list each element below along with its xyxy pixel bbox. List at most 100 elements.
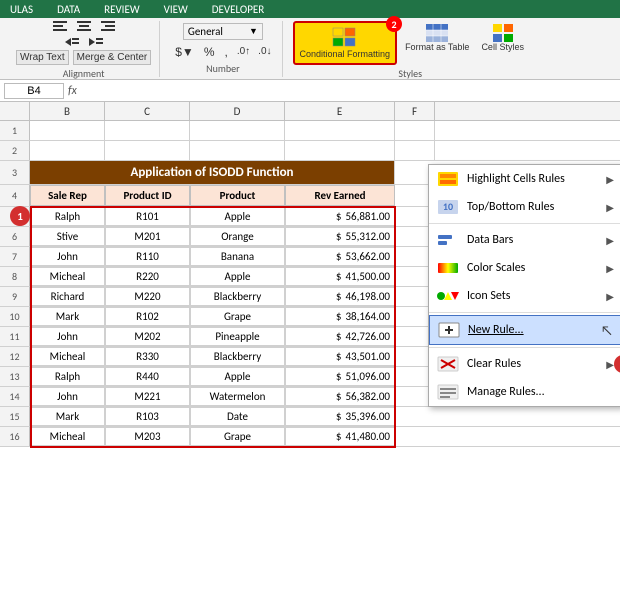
row-num-header	[0, 102, 30, 120]
merge-center-button[interactable]: Merge & Center	[73, 50, 152, 65]
cell-row16-1[interactable]: M203	[105, 427, 190, 446]
align-center-button[interactable]	[73, 18, 95, 34]
cell-row16-2[interactable]: Grape	[190, 427, 285, 446]
cell-b1[interactable]	[30, 121, 105, 140]
cell-row7-2[interactable]: Banana	[190, 247, 285, 266]
cell-row13-3[interactable]: $51,096.00	[285, 367, 395, 386]
cell-row5-2[interactable]: Apple	[190, 207, 285, 226]
conditional-formatting-button[interactable]: Conditional Formatting	[293, 21, 398, 65]
cell-c2[interactable]	[105, 141, 190, 160]
format-table-button[interactable]: Format as Table	[401, 21, 473, 55]
header-revearned[interactable]: Rev Earned	[285, 185, 395, 206]
cell-b2[interactable]	[30, 141, 105, 160]
cell-row13-2[interactable]: Apple	[190, 367, 285, 386]
tab-review[interactable]: REVIEW	[100, 1, 144, 18]
cell-row5-3[interactable]: $56,881.00	[285, 207, 395, 226]
comma-button[interactable]: ,	[221, 44, 230, 60]
cell-row10-3[interactable]: $38,164.00	[285, 307, 395, 326]
cell-c1[interactable]	[105, 121, 190, 140]
cell-row9-1[interactable]: M220	[105, 287, 190, 306]
cell-row16-3[interactable]: $41,480.00	[285, 427, 395, 446]
cell-row8-1[interactable]: R220	[105, 267, 190, 286]
menu-item-managerules[interactable]: Manage Rules...	[429, 378, 620, 406]
cell-row7-1[interactable]: R110	[105, 247, 190, 266]
cell-row12-3[interactable]: $43,501.00	[285, 347, 395, 366]
menu-item-newrule[interactable]: New Rule... ↖	[429, 315, 620, 345]
colorscale-icon	[437, 259, 459, 277]
cell-d2[interactable]	[190, 141, 285, 160]
wrap-text-button[interactable]: Wrap Text	[16, 50, 69, 65]
cell-row11-1[interactable]: M202	[105, 327, 190, 346]
cell-row10-0[interactable]: Mark	[30, 307, 105, 326]
cell-row15-3[interactable]: $35,396.00	[285, 407, 395, 426]
cell-f1[interactable]	[395, 121, 435, 140]
header-productid[interactable]: Product ID	[105, 185, 190, 206]
cell-row11-2[interactable]: Pineapple	[190, 327, 285, 346]
tab-view[interactable]: VIEW	[160, 1, 192, 18]
cell-row11-3[interactable]: $42,726.00	[285, 327, 395, 346]
cell-e2[interactable]	[285, 141, 395, 160]
align-left-button[interactable]	[49, 18, 71, 34]
cell-row6-3[interactable]: $55,312.00	[285, 227, 395, 246]
cell-row10-1[interactable]: R102	[105, 307, 190, 326]
tab-developer[interactable]: DEVELOPER	[208, 1, 268, 18]
tab-data[interactable]: DATA	[53, 1, 84, 18]
menu-item-topbottom[interactable]: 10 Top/Bottom Rules ▶	[429, 193, 620, 221]
cell-row6-0[interactable]: Stive	[30, 227, 105, 246]
header-salerep[interactable]: Sale Rep	[30, 185, 105, 206]
cell-e1[interactable]	[285, 121, 395, 140]
number-format-box[interactable]: General ▼	[183, 23, 263, 40]
cell-row13-0[interactable]: Ralph	[30, 367, 105, 386]
cell-row15-0[interactable]: Mark	[30, 407, 105, 426]
row-num-14: 14	[0, 387, 30, 406]
align-right-button[interactable]	[97, 18, 119, 34]
cell-row5-1[interactable]: R101	[105, 207, 190, 226]
percent-button[interactable]: %	[201, 44, 218, 60]
cell-row16-0[interactable]: Micheal	[30, 427, 105, 446]
dec-dec-button[interactable]: .0↓	[256, 45, 273, 58]
chevron-down-icon[interactable]: ▼	[249, 26, 258, 37]
cell-row8-2[interactable]: Apple	[190, 267, 285, 286]
cell-row8-3[interactable]: $41,500.00	[285, 267, 395, 286]
data-row-16: 16MichealM203Grape$41,480.00	[0, 427, 620, 447]
tab-ulas[interactable]: ULAS	[6, 1, 37, 18]
cell-row11-0[interactable]: John	[30, 327, 105, 346]
cell-row9-0[interactable]: Richard	[30, 287, 105, 306]
cell-row6-2[interactable]: Orange	[190, 227, 285, 246]
indent-dec-button[interactable]	[61, 34, 83, 50]
cell-row12-0[interactable]: Micheal	[30, 347, 105, 366]
cell-styles-button[interactable]: Cell Styles	[477, 21, 528, 55]
formula-input[interactable]	[81, 85, 616, 97]
name-box[interactable]	[4, 83, 64, 99]
currency-button[interactable]: $▼	[172, 44, 197, 60]
title-cell[interactable]: Application of ISODD Function	[30, 161, 395, 184]
cell-row6-1[interactable]: M201	[105, 227, 190, 246]
cell-row12-1[interactable]: R330	[105, 347, 190, 366]
cell-d1[interactable]	[190, 121, 285, 140]
menu-item-highlight[interactable]: Highlight Cells Rules ▶	[429, 165, 620, 193]
header-product[interactable]: Product	[190, 185, 285, 206]
dec-inc-button[interactable]: .0↑	[235, 45, 252, 58]
indent-inc-button[interactable]	[85, 34, 107, 50]
cell-row15-2[interactable]: Date	[190, 407, 285, 426]
cell-row7-3[interactable]: $53,662.00	[285, 247, 395, 266]
menu-item-colorscales[interactable]: Color Scales ▶	[429, 254, 620, 282]
cell-row10-2[interactable]: Grape	[190, 307, 285, 326]
cell-row14-3[interactable]: $56,382.00	[285, 387, 395, 406]
cell-row5-0[interactable]: Ralph	[30, 207, 105, 226]
cell-row7-0[interactable]: John	[30, 247, 105, 266]
cell-row14-0[interactable]: John	[30, 387, 105, 406]
menu-item-databars[interactable]: Data Bars ▶	[429, 226, 620, 254]
cell-row9-3[interactable]: $46,198.00	[285, 287, 395, 306]
cell-row14-2[interactable]: Watermelon	[190, 387, 285, 406]
cell-row13-1[interactable]: R440	[105, 367, 190, 386]
cell-row15-1[interactable]: R103	[105, 407, 190, 426]
cell-row14-1[interactable]: M221	[105, 387, 190, 406]
menu-item-clearrules[interactable]: Clear Rules ▶ 3	[429, 350, 620, 378]
menu-item-iconsets[interactable]: Icon Sets ▶	[429, 282, 620, 310]
col-header-b: B	[30, 102, 105, 120]
cell-row12-2[interactable]: Blackberry	[190, 347, 285, 366]
cell-row9-2[interactable]: Blackberry	[190, 287, 285, 306]
cell-row8-0[interactable]: Micheal	[30, 267, 105, 286]
cell-f2[interactable]	[395, 141, 435, 160]
